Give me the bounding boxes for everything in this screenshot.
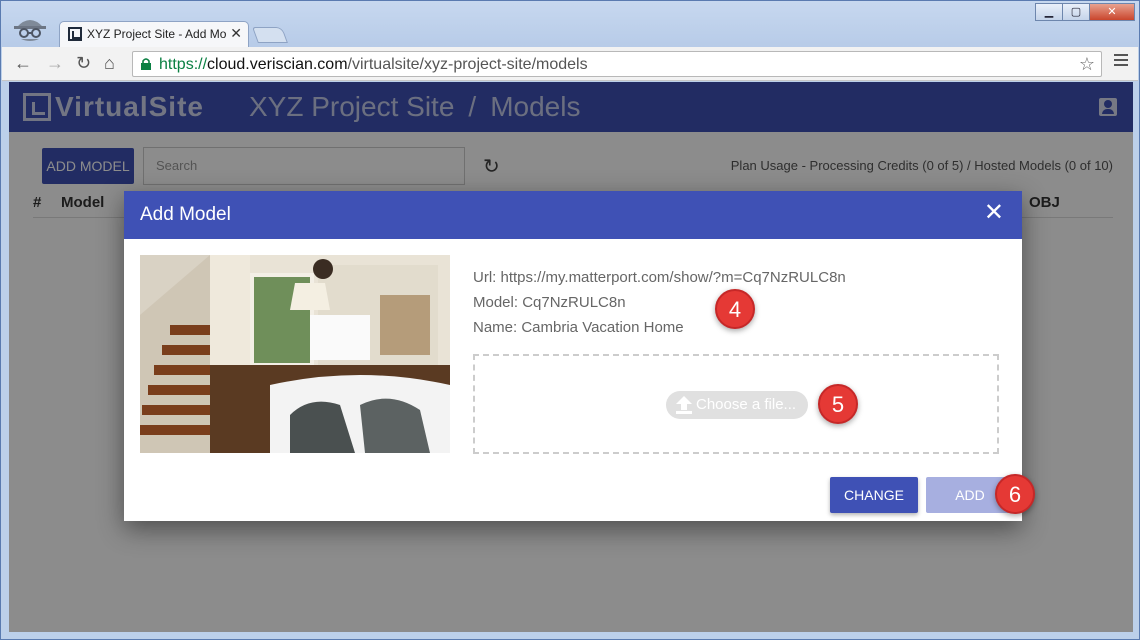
reload-icon[interactable]: ↻ [76, 53, 91, 74]
file-dropzone[interactable]: Choose a file... [473, 354, 999, 454]
choose-file-label: Choose a file... [696, 396, 797, 413]
app-viewport: VirtualSite XYZ Project Site / Models ADD … [9, 82, 1133, 632]
title-bar: XYZ Project Site - Add Mo ✕ ▁ ▢ ✕ [1, 1, 1139, 47]
home-icon[interactable]: ⌂ [104, 53, 115, 74]
browser-menu-icon[interactable] [1114, 54, 1128, 69]
url-text: https://cloud.veriscian.com/virtualsite/… [159, 56, 588, 73]
choose-file-button[interactable]: Choose a file... [666, 391, 808, 419]
upload-icon [676, 396, 692, 414]
model-url-text: Url: https://my.matterport.com/show/?m=C… [473, 269, 846, 286]
address-bar[interactable]: https://cloud.veriscian.com/virtualsite/… [132, 51, 1102, 77]
model-name-text: Name: Cambria Vacation Home [473, 319, 684, 336]
model-thumbnail-image [140, 255, 450, 453]
callout-badge-4: 4 [715, 289, 755, 329]
incognito-icon [14, 20, 46, 41]
dialog-title: Add Model [140, 204, 231, 225]
back-icon[interactable]: ← [14, 53, 32, 74]
browser-toolbar: ← → ↻ ⌂ https://cloud.veriscian.com/virt… [2, 47, 1138, 81]
tab-close-icon[interactable]: ✕ [230, 25, 242, 42]
lock-icon [141, 58, 151, 70]
site-favicon-icon [68, 27, 82, 41]
window-close-icon[interactable]: ✕ [1089, 3, 1135, 21]
browser-window: XYZ Project Site - Add Mo ✕ ▁ ▢ ✕ ← → ↻ … [0, 0, 1140, 640]
callout-badge-6: 6 [995, 474, 1035, 514]
forward-icon[interactable]: → [46, 53, 64, 74]
model-id-text: Model: Cq7NzRULC8n [473, 294, 626, 311]
change-button[interactable]: CHANGE [830, 477, 918, 513]
dialog-header: Add Model ✕ [124, 191, 1022, 239]
add-model-dialog: Add Model ✕ Url: https://my.matterport.c… [124, 191, 1022, 521]
callout-badge-5: 5 [818, 384, 858, 424]
window-controls: ▁ ▢ ✕ [1035, 3, 1135, 21]
bookmark-star-icon[interactable]: ☆ [1079, 54, 1095, 75]
minimize-icon[interactable]: ▁ [1035, 3, 1063, 21]
new-tab-button[interactable] [252, 27, 288, 43]
maximize-icon[interactable]: ▢ [1062, 3, 1090, 21]
browser-tab[interactable]: XYZ Project Site - Add Mo ✕ [59, 21, 249, 47]
tab-title: XYZ Project Site - Add Mo [87, 27, 227, 41]
dialog-close-icon[interactable]: ✕ [984, 201, 1004, 225]
model-info: Url: https://my.matterport.com/show/?m=C… [473, 265, 846, 340]
